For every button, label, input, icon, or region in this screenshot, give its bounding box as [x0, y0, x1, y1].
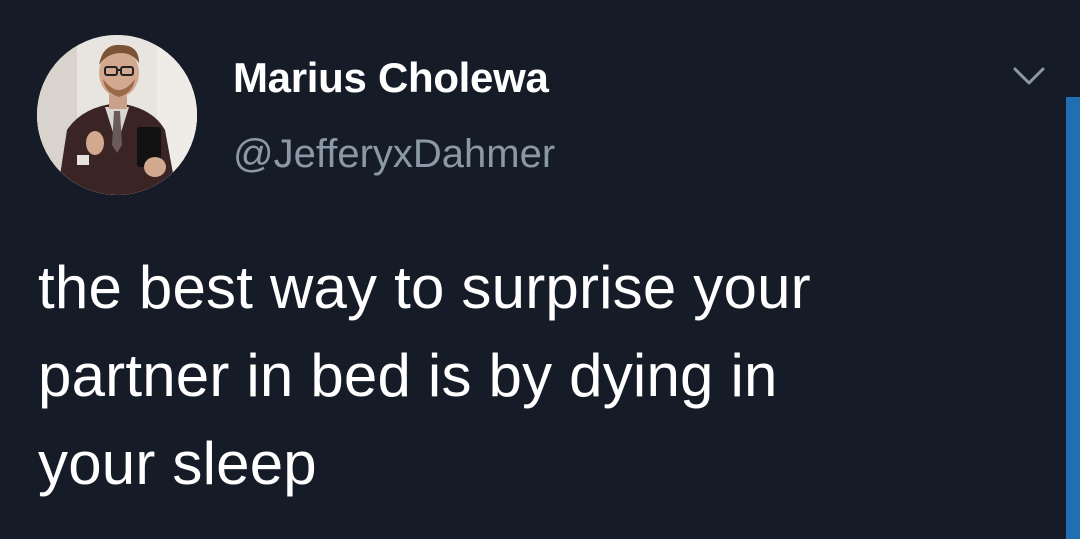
tweet-text-line: partner in bed is by dying in [38, 342, 778, 409]
display-name[interactable]: Marius Cholewa [233, 54, 549, 102]
chevron-down-icon[interactable] [1009, 63, 1049, 89]
scrollbar[interactable] [1066, 97, 1080, 539]
tweet-text: the best way to surprise your partner in… [38, 244, 1038, 508]
tweet-text-line: your sleep [38, 430, 317, 497]
user-handle[interactable]: @JefferyxDahmer [233, 132, 555, 177]
tweet-text-line: the best way to surprise your [38, 254, 811, 321]
avatar[interactable] [37, 35, 197, 195]
tweet-card: Marius Cholewa @JefferyxDahmer the best … [0, 0, 1080, 539]
avatar-photo-icon [37, 35, 197, 195]
